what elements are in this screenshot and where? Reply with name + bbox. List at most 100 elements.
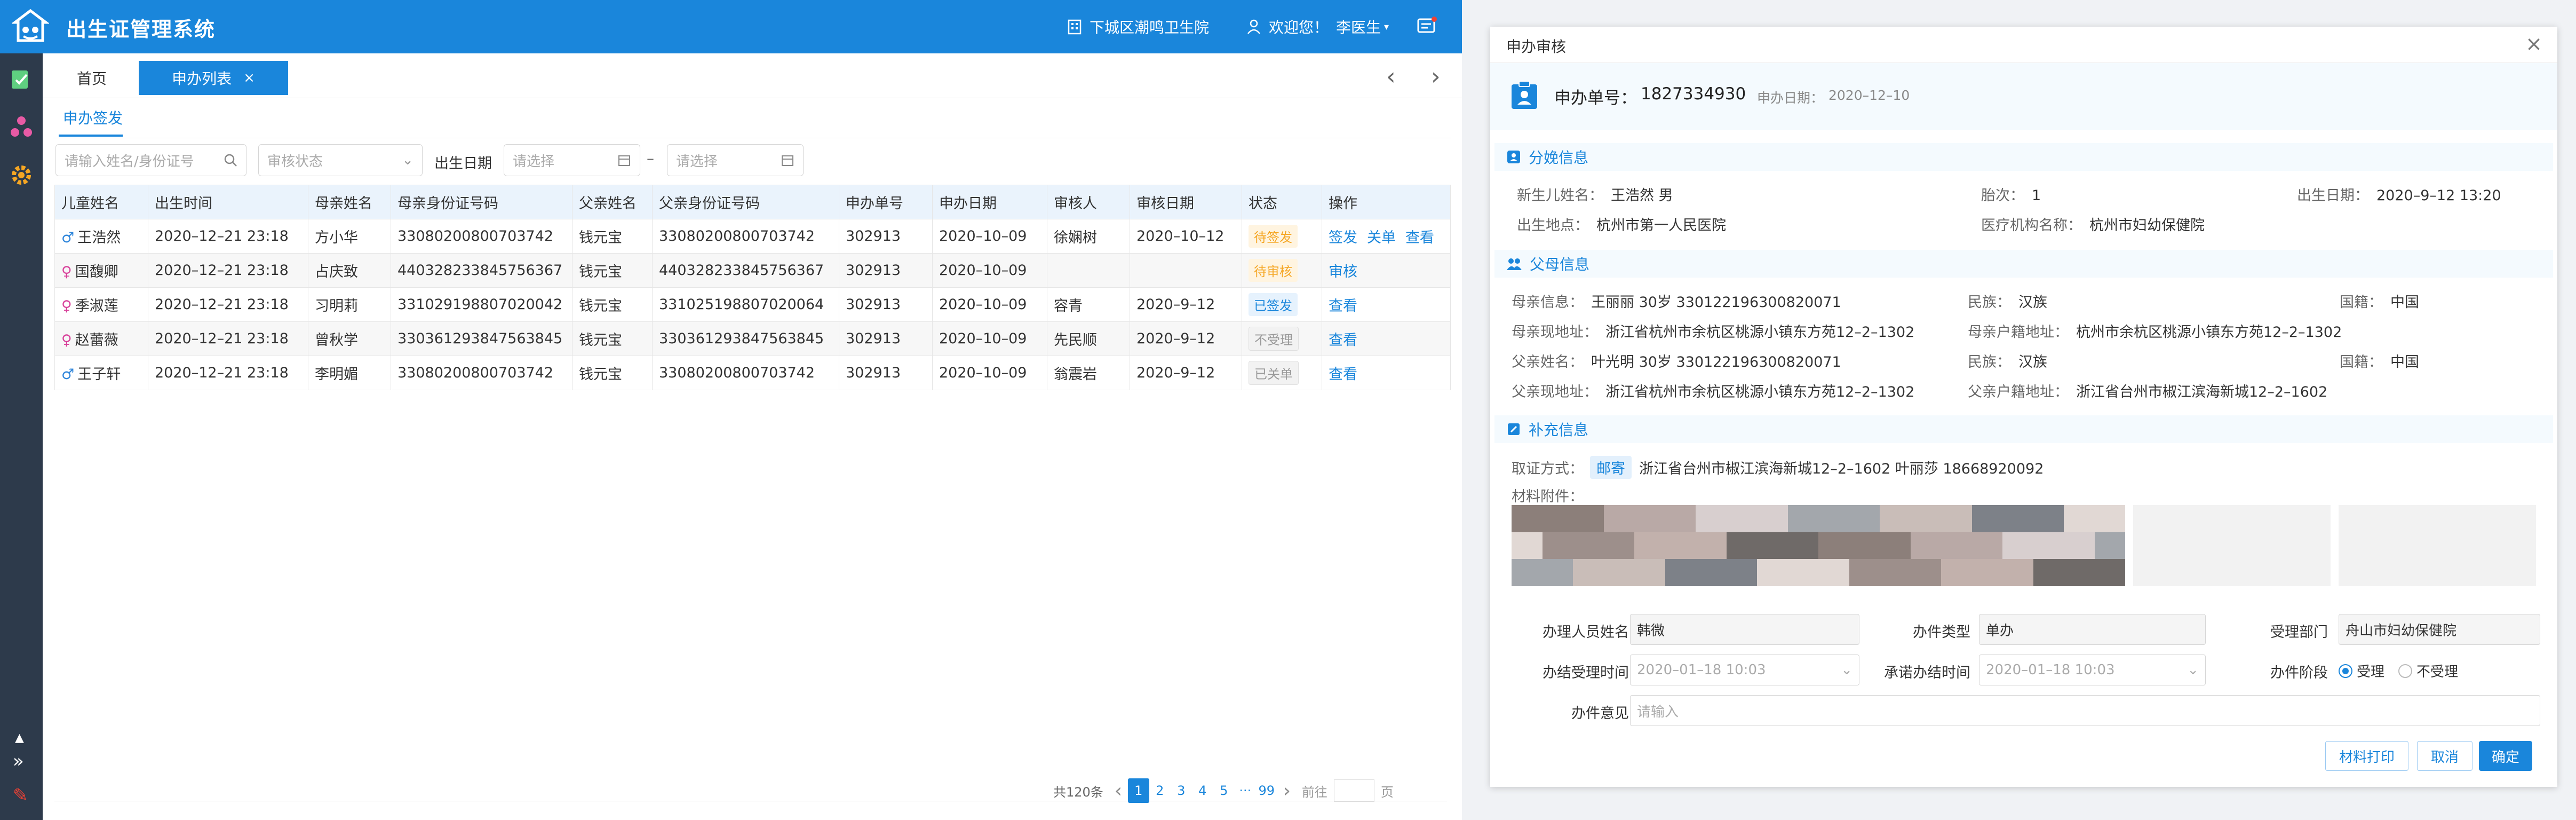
cell-reviewer: 徐娴树	[1047, 219, 1130, 254]
date-end-picker[interactable]: 请选择	[667, 144, 804, 176]
stage-accept-radio[interactable]: 受理	[2339, 661, 2384, 681]
search-input[interactable]: 请输入姓名/身份证号	[55, 144, 247, 176]
subtab-apply-issue[interactable]: 申办签发	[63, 107, 123, 128]
accept-time-select[interactable]: 2020–01–18 10:03 ⌄	[1630, 655, 1859, 685]
attachment-image-3[interactable]	[2339, 505, 2536, 586]
cancel-button[interactable]: 取消	[2417, 741, 2472, 771]
action-link[interactable]: 查看	[1405, 230, 1434, 246]
prev-page-icon[interactable]: ‹	[1109, 780, 1128, 802]
message-icon[interactable]	[1416, 15, 1437, 36]
image-tile	[2064, 532, 2095, 559]
tab-apply-label: 申办列表	[172, 70, 232, 88]
col-order-no[interactable]: 申办单号	[839, 185, 933, 219]
type-field[interactable]: 单办	[1979, 614, 2206, 645]
label: 民族：	[1968, 294, 2011, 311]
baby-icon	[1507, 151, 1520, 163]
chevron-right-icon[interactable]: ›	[1431, 63, 1441, 90]
value: 王浩然 男	[1611, 187, 1673, 204]
image-tile	[2094, 559, 2125, 586]
image-tile	[1787, 559, 1818, 586]
status-badge: 待审核	[1249, 259, 1298, 282]
field-newborn: 新生儿姓名： 王浩然 男	[1517, 184, 1673, 204]
status-badge: 不受理	[1249, 327, 1299, 351]
page-5[interactable]: 5	[1213, 778, 1235, 803]
cell-mother-id: 33080200800703742	[391, 219, 573, 254]
promise-time-select[interactable]: 2020–01–18 10:03 ⌄	[1979, 655, 2206, 685]
user-menu[interactable]: 欢迎您！ 李医生 ▾	[1246, 16, 1389, 37]
page-1[interactable]: 1	[1127, 778, 1149, 803]
col-child-name[interactable]: 儿童姓名	[54, 185, 148, 219]
field-mother-registry: 母亲户籍地址： 杭州市余杭区桃源小镇东方苑12–2–1302	[1968, 320, 2342, 341]
value: 浙江省台州市椒江滨海新城12–2–1602	[2076, 384, 2328, 400]
scroll-up-icon[interactable]: ▲	[15, 731, 24, 745]
status-select[interactable]: 审核状态 ⌄	[258, 144, 423, 176]
cell-mother-id: 440328233845756367	[391, 253, 573, 288]
male-icon: ♂	[61, 366, 75, 383]
stage-reject-radio[interactable]: 不受理	[2398, 661, 2458, 681]
hospital-selector[interactable]: 下城区潮鸣卫生院	[1067, 16, 1209, 37]
col-father-id[interactable]: 父亲身份证号码	[652, 185, 839, 219]
image-tile	[1941, 559, 1972, 586]
page-2[interactable]: 2	[1149, 778, 1171, 803]
cell-review-date	[1130, 253, 1242, 288]
chevron-left-icon[interactable]: ‹	[1386, 63, 1396, 90]
tab-home[interactable]: 首页	[61, 61, 123, 95]
close-icon[interactable]: ×	[2525, 32, 2542, 56]
col-review-date[interactable]: 审核日期	[1130, 185, 1242, 219]
confirm-button[interactable]: 确定	[2479, 741, 2532, 771]
print-materials-button[interactable]: 材料打印	[2325, 741, 2408, 771]
col-reviewer[interactable]: 审核人	[1047, 185, 1130, 219]
action-link[interactable]: 查看	[1329, 332, 1357, 349]
tag-icon[interactable]: ✎	[13, 785, 28, 806]
subtab-active-indicator	[59, 135, 123, 137]
field-father-registry: 父亲户籍地址： 浙江省台州市椒江滨海新城12–2–1602	[1968, 380, 2327, 401]
value: 2020–9–12 13:20	[2376, 187, 2501, 204]
section-delivery-title: 分娩信息	[1529, 149, 1589, 167]
goto-page-input[interactable]	[1333, 779, 1374, 802]
tab-apply-list[interactable]: 申办列表 ×	[139, 61, 288, 95]
cell-child: ♀ 赵蕾薇	[54, 321, 148, 356]
page-unit: 页	[1380, 784, 1394, 800]
network-icon[interactable]	[9, 114, 34, 140]
expand-icon[interactable]: »	[13, 751, 24, 772]
action-link[interactable]: 查看	[1329, 298, 1357, 314]
col-status[interactable]: 状态	[1242, 185, 1322, 219]
page-3[interactable]: 3	[1171, 778, 1192, 803]
image-tile	[1603, 559, 1634, 586]
action-link[interactable]: 关单	[1367, 230, 1396, 246]
image-tile	[2033, 532, 2064, 559]
user-icon	[1247, 19, 1260, 34]
cell-status: 已签发	[1242, 287, 1322, 322]
gear-icon[interactable]	[9, 162, 34, 188]
cell-reviewer	[1047, 253, 1130, 288]
image-tile	[1696, 505, 1727, 532]
close-icon[interactable]: ×	[243, 70, 255, 86]
value: 中国	[2390, 294, 2419, 311]
action-link[interactable]: 审核	[1329, 264, 1357, 280]
dept-label: 受理部门	[2270, 624, 2328, 641]
next-page-icon[interactable]: ›	[1277, 780, 1297, 802]
opinion-input[interactable]: 请输入	[1630, 695, 2540, 726]
date-start-picker[interactable]: 请选择	[504, 144, 640, 176]
col-mother-id[interactable]: 母亲身份证号码	[391, 185, 573, 219]
page-4[interactable]: 4	[1192, 778, 1213, 803]
certificate-icon[interactable]	[9, 66, 34, 92]
col-birth-time[interactable]: 出生时间	[148, 185, 308, 219]
page-ellipsis[interactable]: ···	[1235, 778, 1256, 803]
handler-label: 办理人员姓名	[1543, 624, 1629, 641]
welcome-text: 欢迎您！	[1269, 19, 1329, 36]
dept-field[interactable]: 舟山市妇幼保健院	[2339, 614, 2540, 645]
col-father-name[interactable]: 父亲姓名	[572, 185, 653, 219]
attachment-image-2[interactable]	[2133, 505, 2331, 586]
attachment-image-1[interactable]	[1512, 505, 2125, 586]
handler-field[interactable]: 韩微	[1630, 614, 1859, 645]
page-last[interactable]: 99	[1256, 778, 1277, 803]
chevron-down-icon: ⌄	[1841, 662, 1853, 678]
col-mother-name[interactable]: 母亲姓名	[308, 185, 391, 219]
image-tile	[1696, 532, 1727, 559]
modal-title: 申办审核	[1506, 38, 1567, 56]
action-link[interactable]: 签发	[1329, 230, 1357, 246]
field-birth-place: 出生地点： 杭州市第一人民医院	[1517, 214, 1726, 234]
action-link[interactable]: 查看	[1329, 366, 1357, 383]
col-apply-date[interactable]: 申办日期	[932, 185, 1047, 219]
